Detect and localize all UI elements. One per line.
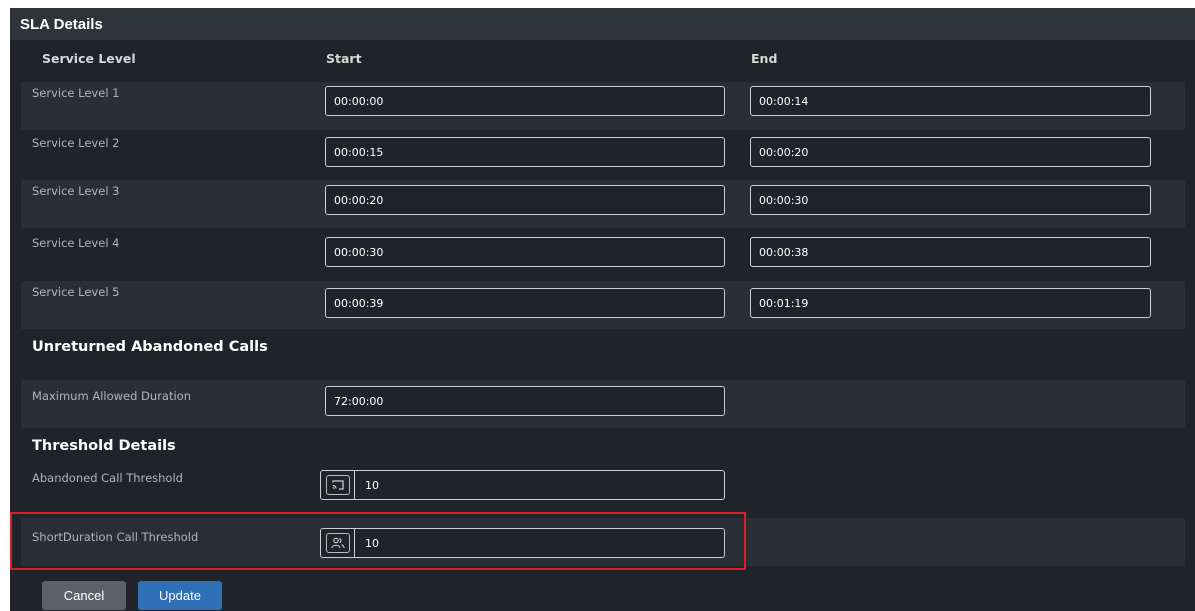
service-level-label: Service Level 1	[32, 86, 120, 100]
max-duration-input[interactable]	[325, 386, 725, 416]
panel-title: SLA Details	[10, 8, 1195, 40]
service-level-5-end-input[interactable]	[750, 288, 1151, 318]
service-level-3-start-input[interactable]	[325, 185, 725, 215]
unreturned-section-title: Unreturned Abandoned Calls	[32, 339, 268, 355]
service-level-label: Service Level 5	[32, 285, 120, 299]
column-header-service-level: Service Level	[42, 51, 136, 66]
abandoned-threshold-group	[320, 470, 725, 500]
service-level-label: Service Level 3	[32, 184, 120, 198]
service-level-1-end-input[interactable]	[750, 86, 1151, 116]
service-level-2-end-input[interactable]	[750, 137, 1151, 167]
abandoned-threshold-addon	[321, 471, 355, 499]
service-level-2-start-input[interactable]	[325, 137, 725, 167]
service-level-3-end-input[interactable]	[750, 185, 1151, 215]
threshold-section-title: Threshold Details	[32, 438, 176, 454]
service-level-5-start-input[interactable]	[325, 288, 725, 318]
column-header-start: Start	[326, 51, 362, 66]
max-duration-label: Maximum Allowed Duration	[32, 389, 191, 403]
column-header-end: End	[751, 51, 778, 66]
abandoned-threshold-input[interactable]	[355, 471, 724, 499]
service-level-4-end-input[interactable]	[750, 237, 1151, 267]
highlight-box	[10, 512, 746, 570]
cast-icon	[325, 475, 350, 495]
service-level-4-start-input[interactable]	[325, 237, 725, 267]
service-level-1-start-input[interactable]	[325, 86, 725, 116]
update-button[interactable]: Update	[138, 581, 222, 610]
cancel-button[interactable]: Cancel	[42, 581, 126, 610]
service-level-label: Service Level 4	[32, 236, 120, 250]
abandoned-threshold-label: Abandoned Call Threshold	[32, 471, 183, 485]
service-level-label: Service Level 2	[32, 136, 120, 150]
